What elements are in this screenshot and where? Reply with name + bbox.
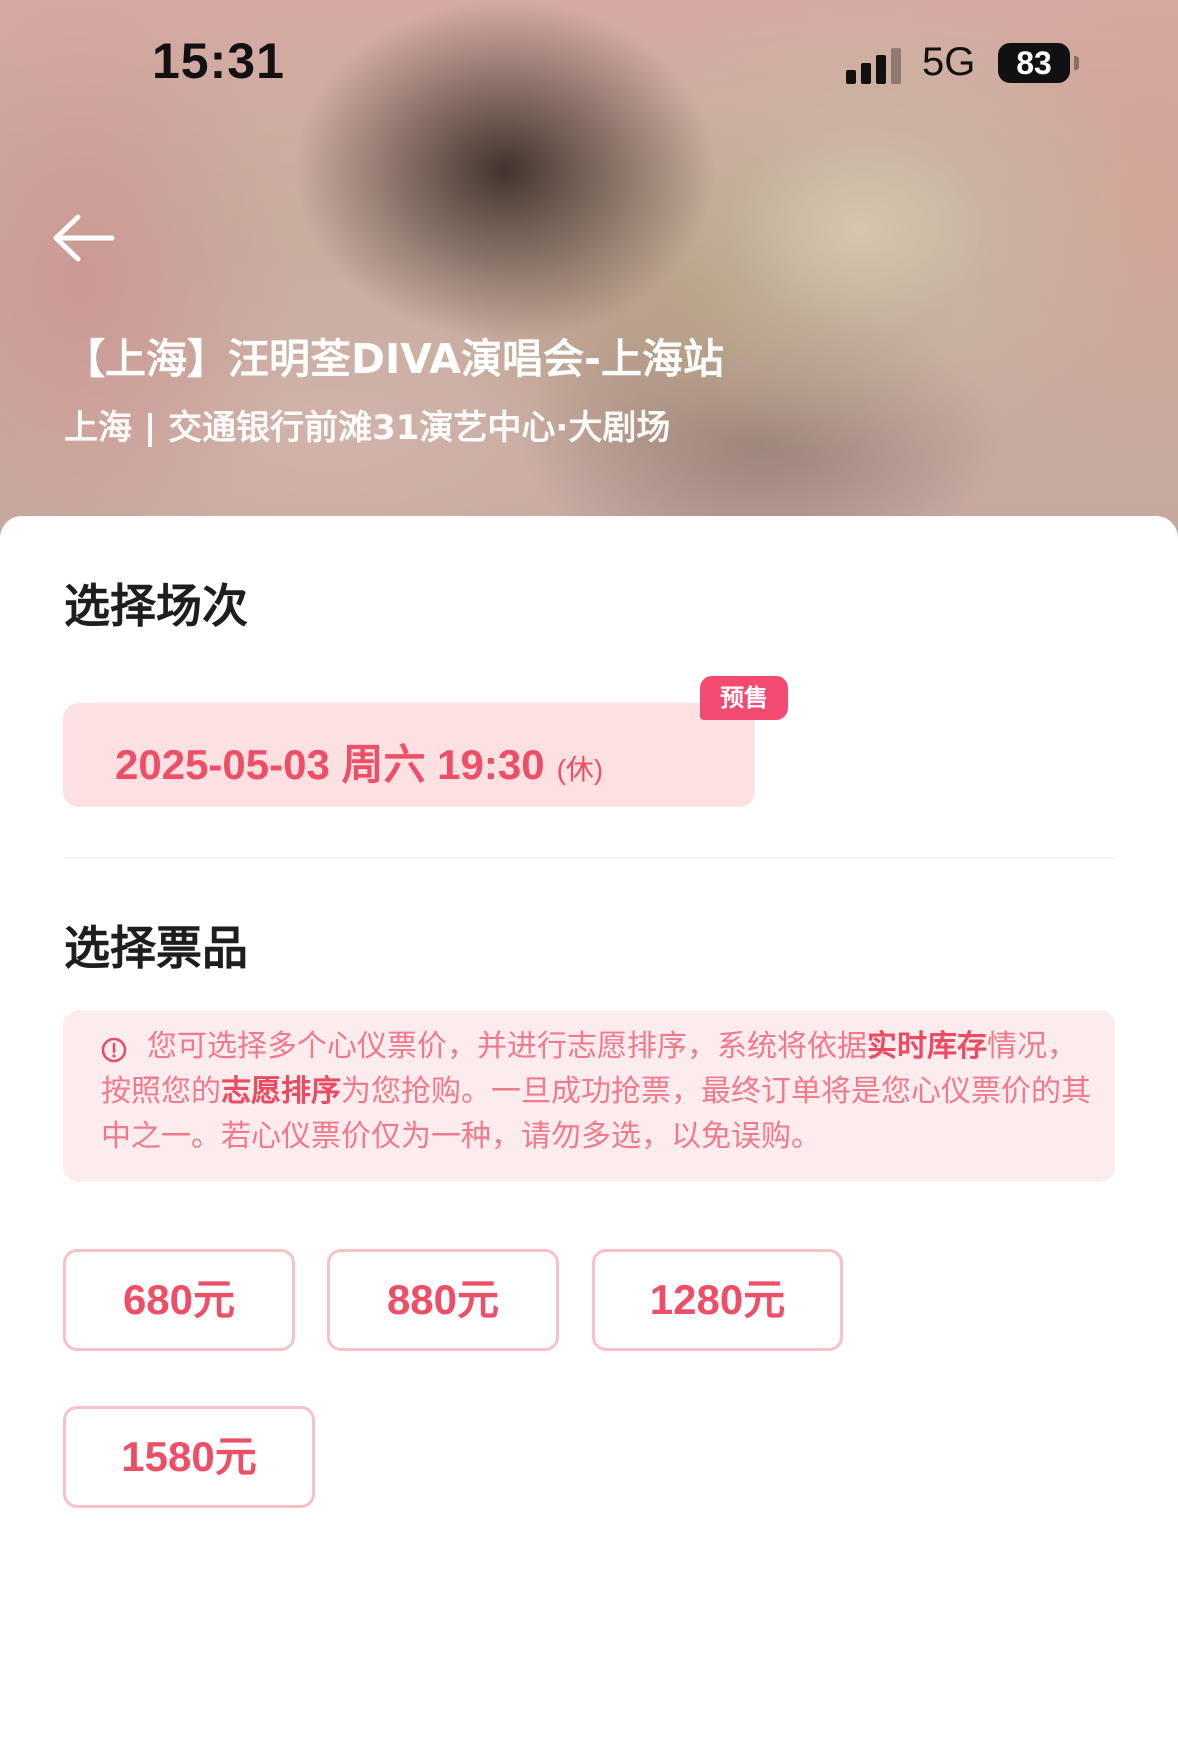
session-datetime: 2025-05-03 周六 19:30: [115, 741, 545, 788]
purchase-notice: 您可选择多个心仪票价，并进行志愿排序，系统将依据实时库存情况，按照您的志愿排序为…: [63, 1010, 1115, 1182]
arrow-left-icon: [53, 214, 115, 262]
back-button[interactable]: [50, 210, 120, 266]
event-venue: 上海 | 交通银行前滩31演艺中心·大剧场: [64, 408, 671, 448]
price-option-1580[interactable]: 1580元: [63, 1406, 315, 1508]
battery-level: 83: [1016, 45, 1052, 81]
presale-badge: 预售: [700, 676, 788, 720]
session-note: (休): [556, 754, 604, 785]
session-section-title: 选择场次: [64, 579, 248, 633]
battery-icon: 83: [998, 43, 1070, 83]
session-datetime-wrap: 2025-05-03 周六 19:30 (休): [115, 731, 603, 792]
event-title: 【上海】汪明荃DIVA演唱会-上海站: [64, 335, 724, 383]
notice-highlight-priority: 志愿排序: [221, 1074, 341, 1109]
status-time: 15:31: [152, 33, 285, 89]
ticket-section-title: 选择票品: [64, 921, 248, 975]
status-bar: 15:31 5G 83: [0, 0, 1178, 130]
notice-text-part1: 您可选择多个心仪票价，并进行志愿排序，系统将依据: [147, 1029, 867, 1064]
signal-icon: [846, 44, 906, 84]
session-option[interactable]: 2025-05-03 周六 19:30 (休): [63, 703, 755, 807]
battery-cap: [1074, 56, 1079, 70]
price-option-1280[interactable]: 1280元: [592, 1249, 843, 1351]
section-divider: [64, 857, 1114, 859]
event-header: 15:31 5G 83 【上海】汪明荃DIVA演唱会-上海站 上海 | 交通银行…: [0, 0, 1178, 540]
network-label: 5G: [922, 40, 976, 84]
notice-highlight-inventory: 实时库存: [867, 1029, 987, 1064]
notice-text: 您可选择多个心仪票价，并进行志愿排序，系统将依据实时库存情况，按照您的志愿排序为…: [101, 1024, 1101, 1159]
price-option-680[interactable]: 680元: [63, 1249, 295, 1351]
price-option-880[interactable]: 880元: [327, 1249, 559, 1351]
